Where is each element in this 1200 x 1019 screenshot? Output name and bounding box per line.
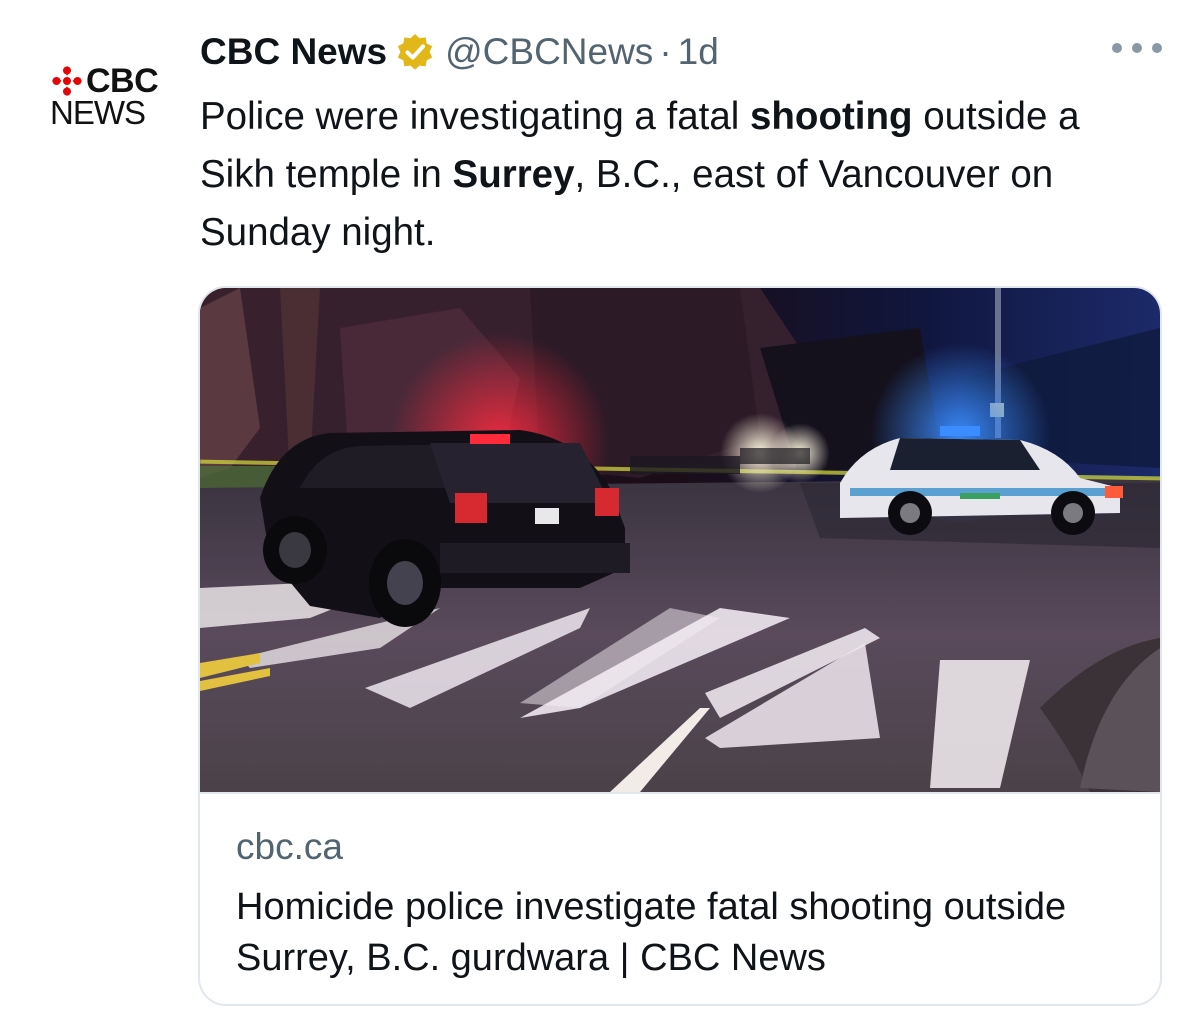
more-dot: [1152, 43, 1162, 53]
card-title[interactable]: Homicide police investigate fatal shooti…: [236, 882, 1136, 984]
card-image[interactable]: [200, 288, 1160, 792]
tweet-text-segment: Police were investigating a fatal: [200, 95, 750, 138]
cbc-logo: CBC: [52, 62, 159, 100]
tweet-header: CBC News @CBCNews · 1d: [200, 26, 719, 78]
tweet-timestamp[interactable]: 1d: [678, 31, 719, 73]
avatar[interactable]: CBC NEWS: [44, 62, 162, 136]
author-name[interactable]: CBC News: [200, 31, 387, 73]
verified-badge-icon[interactable]: [395, 32, 435, 72]
link-card[interactable]: cbc.ca Homicide police investigate fatal…: [198, 286, 1162, 1006]
card-domain[interactable]: cbc.ca: [236, 826, 343, 868]
tweet-text-highlight: shooting: [750, 95, 913, 138]
author-handle[interactable]: @CBCNews: [445, 31, 653, 73]
more-horizontal-icon[interactable]: [1112, 36, 1162, 60]
more-dot: [1132, 43, 1142, 53]
tweet-text: Police were investigating a fatal shooti…: [200, 88, 1160, 262]
cbc-gem-icon: [52, 66, 82, 96]
card-divider: [200, 792, 1160, 794]
avatar-logo-subtext: NEWS: [50, 94, 146, 131]
tweet-text-highlight: Surrey: [452, 153, 575, 196]
avatar-logo-text: CBC: [86, 62, 159, 100]
more-dot: [1112, 43, 1122, 53]
separator-dot: ·: [659, 31, 672, 72]
